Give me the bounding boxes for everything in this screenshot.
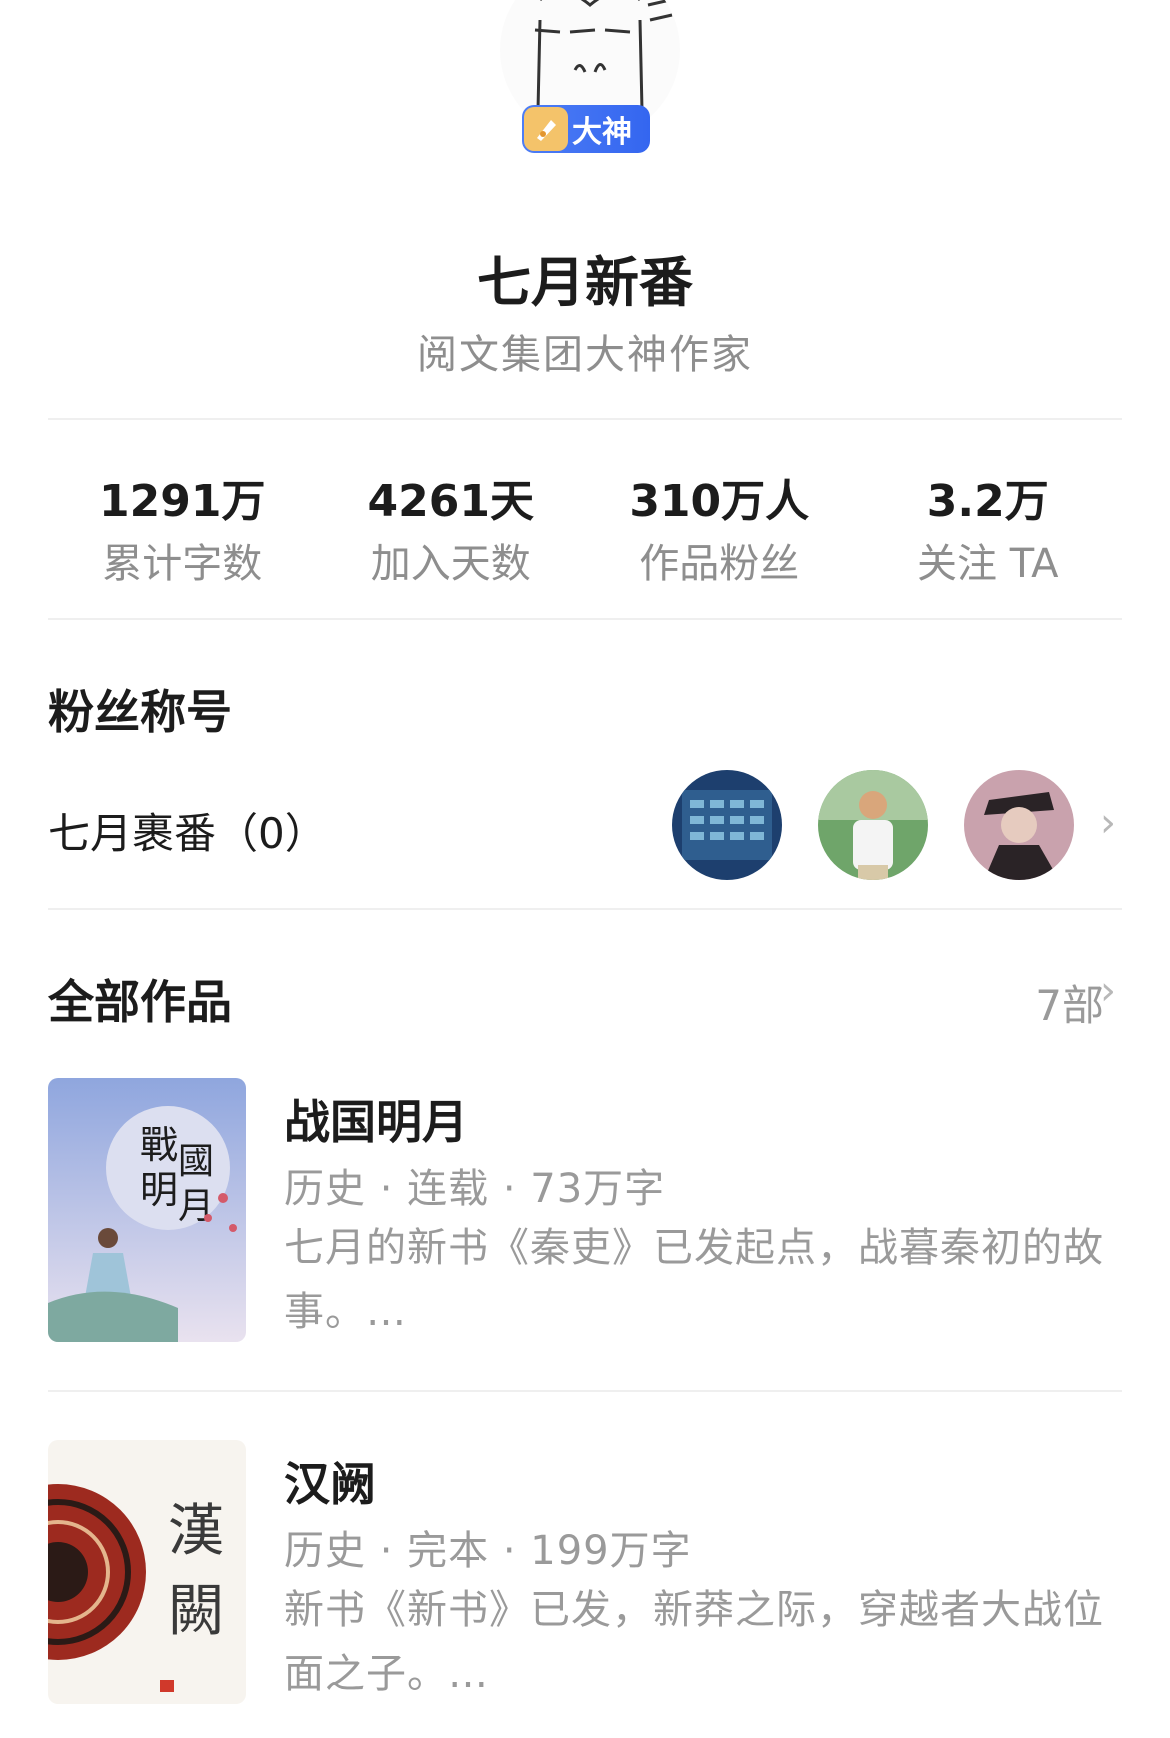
stat-label: 关注 TA (917, 541, 1059, 587)
author-avatar-container[interactable]: 大神 (500, 0, 680, 153)
fan-avatars[interactable] (672, 770, 1074, 880)
stat-value: 1291万 (99, 476, 266, 527)
author-profile-page: 大神 七月新番 阅文集团大神作家 1291万 累计字数 4261天 加入天数 3… (0, 0, 1170, 1738)
works-count[interactable]: 7部 (1035, 972, 1104, 1033)
book-meta: 历史 · 连载 · 73万字 (284, 1166, 666, 1212)
chevron-right-icon[interactable]: › (1100, 968, 1116, 1014)
stats-row: 1291万 累计字数 4261天 加入天数 310万人 作品粉丝 3.2万 关注… (48, 465, 1122, 589)
divider (48, 908, 1122, 910)
stat-value: 4261天 (367, 476, 534, 527)
stat-total-words: 1291万 累计字数 (48, 465, 317, 589)
fan-avatar[interactable] (818, 770, 928, 880)
stat-label: 累计字数 (102, 541, 263, 587)
book-title[interactable]: 战国明月 (284, 1086, 468, 1152)
book-item[interactable]: 戰 國 明 月 战国明月 历史 · 连载 · 73万字 七月的新书《秦吏》已发起… (48, 1078, 1122, 1348)
pen-icon (524, 107, 568, 151)
divider (48, 418, 1122, 420)
author-title: 阅文集团大神作家 (417, 332, 753, 378)
svg-text:戰: 戰 (140, 1123, 178, 1167)
stat-label: 作品粉丝 (639, 541, 800, 587)
book-description: 七月的新书《秦吏》已发起点，战暮秦初的故事。… (284, 1225, 1104, 1335)
book-meta: 历史 · 完本 · 199万字 (284, 1528, 692, 1574)
svg-text:漢: 漢 (168, 1499, 224, 1564)
stat-value: 3.2万 (926, 476, 1049, 527)
stat-join-days: 4261天 加入天数 (317, 465, 586, 589)
divider (48, 1390, 1122, 1392)
badge-label: 大神 (572, 115, 632, 150)
book-title[interactable]: 汉阙 (284, 1448, 376, 1514)
book-item[interactable]: 漢 闕 汉阙 历史 · 完本 · 199万字 新书《新书》已发，新莽之际，穿越者… (48, 1440, 1122, 1710)
stat-label: 加入天数 (370, 541, 531, 587)
fan-avatar[interactable] (672, 770, 782, 880)
stat-fans[interactable]: 310万人 作品粉丝 (585, 465, 854, 589)
fan-title-row[interactable]: 七月裹番（0） (48, 800, 327, 861)
works-section-heading: 全部作品 (48, 975, 232, 1029)
book-description: 新书《新书》已发，新莽之际，穿越者大战位面之子。… (284, 1587, 1104, 1697)
book-cover[interactable]: 戰 國 明 月 (48, 1078, 246, 1342)
book-cover[interactable]: 漢 闕 (48, 1440, 246, 1704)
svg-text:明: 明 (140, 1168, 178, 1212)
author-name: 七月新番 (477, 251, 693, 314)
divider (48, 618, 1122, 620)
svg-text:闕: 闕 (168, 1579, 224, 1644)
great-god-badge: 大神 (522, 105, 650, 153)
fan-title-section-heading: 粉丝称号 (48, 685, 232, 739)
stat-followers[interactable]: 3.2万 关注 TA (854, 465, 1123, 589)
fan-avatar[interactable] (964, 770, 1074, 880)
chevron-right-icon[interactable]: › (1100, 800, 1116, 846)
stat-value: 310万人 (629, 476, 810, 527)
svg-text:國: 國 (178, 1141, 214, 1182)
